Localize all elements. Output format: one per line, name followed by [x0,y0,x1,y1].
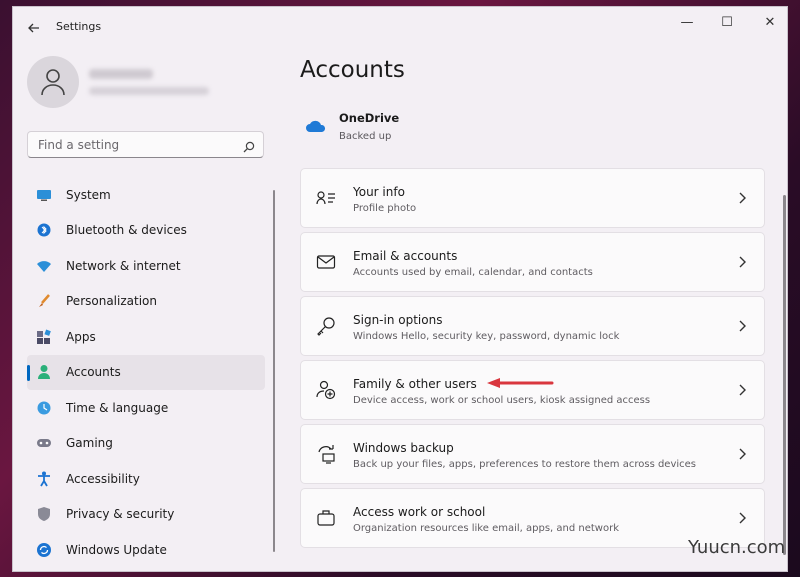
maximize-button[interactable]: ☐ [714,13,740,33]
onedrive-name[interactable]: OneDrive [339,111,399,125]
search-box[interactable] [27,131,264,158]
blurred-user-email [89,87,209,95]
accounts-icon [36,364,52,380]
briefcase-icon [316,508,336,528]
sidebar-nav: System Bluetooth & devices Network & int… [27,177,265,568]
apps-icon [36,329,52,345]
search-icon[interactable] [243,138,255,157]
chevron-right-icon [739,192,746,204]
chevron-right-icon [739,512,746,524]
card-title: Windows backup [353,441,454,455]
update-icon [36,542,52,558]
person-info-icon [316,188,336,208]
sidebar-item-gaming[interactable]: Gaming [27,426,265,462]
chevron-right-icon [739,256,746,268]
sidebar-item-network[interactable]: Network & internet [27,248,265,284]
controller-icon [36,435,52,451]
back-arrow-icon[interactable] [27,21,41,35]
onedrive-status: Backed up [339,131,392,142]
sidebar-item-label: Apps [66,329,96,344]
card-subtitle: Accounts used by email, calendar, and co… [353,267,593,278]
sidebar-item-label: Windows Update [66,542,167,557]
blurred-user-name [89,69,153,79]
mail-icon [316,252,336,272]
active-indicator [27,364,30,381]
sidebar-item-label: Privacy & security [66,507,175,522]
sidebar-item-label: Time & language [66,400,169,415]
annotation-arrow-icon [487,378,554,388]
card-sign-in-options[interactable]: Sign-in options Windows Hello, security … [300,296,765,356]
card-title: Family & other users [353,377,477,391]
sidebar-item-accounts[interactable]: Accounts [27,354,265,390]
card-title: Sign-in options [353,313,443,327]
card-email-accounts[interactable]: Email & accounts Accounts used by email,… [300,232,765,292]
wifi-icon [36,258,52,274]
minimize-button[interactable]: — [674,13,700,33]
chevron-right-icon [739,384,746,396]
sidebar-item-windows-update[interactable]: Windows Update [27,532,265,568]
key-icon [316,316,336,336]
sidebar-item-accessibility[interactable]: Accessibility [27,461,265,497]
card-family-other-users[interactable]: Family & other users Device access, work… [300,360,765,420]
shield-icon [36,506,52,522]
card-title: Access work or school [353,505,486,519]
settings-window: Settings — ☐ ✕ System Bluetooth & device… [12,6,788,572]
card-subtitle: Profile photo [353,203,417,214]
card-subtitle: Device access, work or school users, kio… [353,395,651,406]
card-your-info[interactable]: Your info Profile photo [300,168,765,228]
sidebar-item-privacy-security[interactable]: Privacy & security [27,497,265,533]
bluetooth-icon [36,222,52,238]
main-scrollbar[interactable] [783,195,786,555]
sidebar-item-label: Bluetooth & devices [66,223,187,238]
add-person-icon [316,380,336,400]
person-icon [41,69,65,96]
close-button[interactable]: ✕ [757,13,783,33]
sidebar-item-label: System [66,187,111,202]
card-title: Email & accounts [353,249,458,263]
page-title: Accounts [300,57,405,83]
card-subtitle: Windows Hello, security key, password, d… [353,331,620,342]
sidebar-item-label: Personalization [66,294,157,309]
accessibility-icon [36,471,52,487]
search-input[interactable] [36,137,230,153]
watermark-text: Yuucn.com [688,537,786,558]
onedrive-icon [305,118,327,137]
card-windows-backup[interactable]: Windows backup Back up your files, apps,… [300,424,765,484]
sidebar-item-apps[interactable]: Apps [27,319,265,355]
brush-icon [36,293,52,309]
avatar[interactable] [27,56,79,108]
sidebar-item-time-language[interactable]: Time & language [27,390,265,426]
sidebar-item-label: Accounts [66,365,121,380]
chevron-right-icon [739,320,746,332]
sidebar-item-bluetooth[interactable]: Bluetooth & devices [27,213,265,249]
backup-icon [316,444,336,464]
card-subtitle: Organization resources like email, apps,… [353,523,620,534]
chevron-right-icon [739,448,746,460]
sidebar-item-label: Network & internet [66,258,181,273]
sidebar-item-label: Accessibility [66,471,140,486]
sidebar-item-label: Gaming [66,436,113,451]
sidebar-item-personalization[interactable]: Personalization [27,284,265,320]
system-icon [36,187,52,203]
card-title: Your info [353,185,405,199]
globe-clock-icon [36,400,52,416]
sidebar-item-system[interactable]: System [27,177,265,213]
sidebar-scrollbar[interactable] [273,190,275,552]
card-subtitle: Back up your files, apps, preferences to… [353,459,697,470]
app-title: Settings [56,20,102,33]
